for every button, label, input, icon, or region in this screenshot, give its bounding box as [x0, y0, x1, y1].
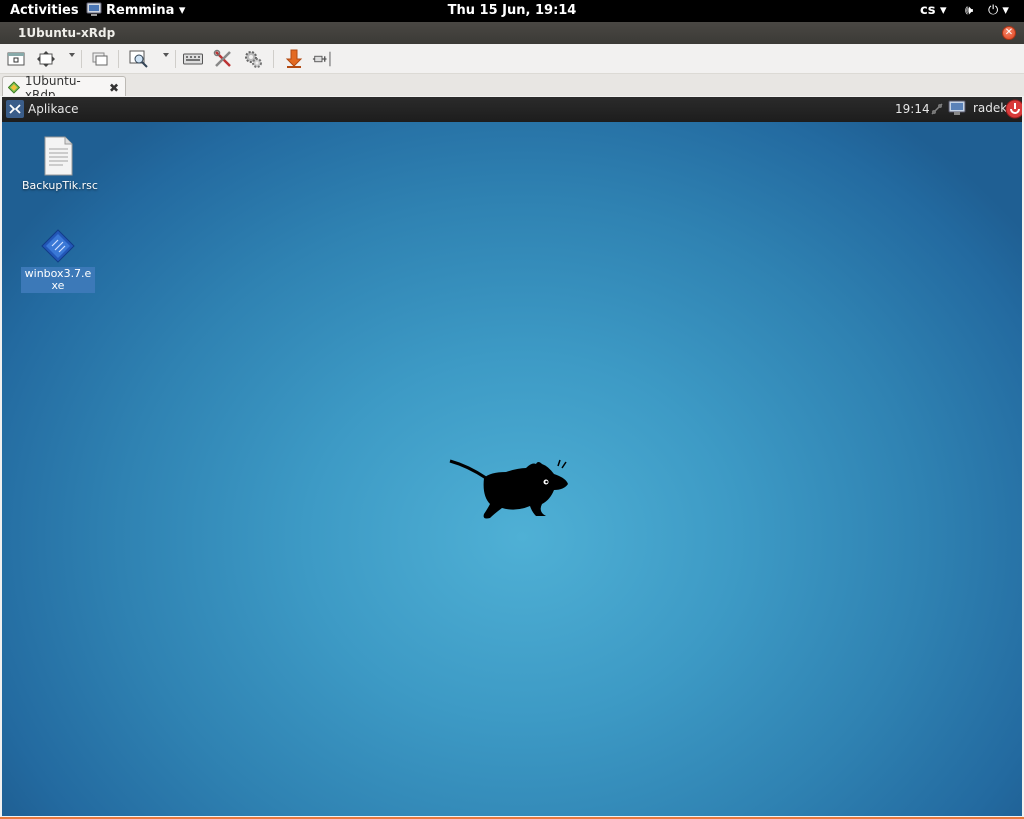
tab-close-icon[interactable]: ✖ — [109, 81, 119, 95]
xfce-logo-icon — [6, 100, 24, 118]
minimize-icon[interactable] — [284, 49, 304, 69]
window-close-button[interactable]: ✕ — [1002, 26, 1016, 40]
xfce-mouse-logo — [449, 459, 568, 519]
zoom-dropdown-arrow[interactable] — [163, 53, 169, 57]
grab-window-icon[interactable] — [90, 49, 110, 69]
zoom-icon[interactable] — [129, 49, 149, 69]
window-title-bar[interactable]: 1Ubuntu-xRdp ✕ — [0, 22, 1024, 44]
clock-menu[interactable]: Thu 15 Jun, 19:14 — [0, 3, 1024, 18]
connection-status-icon — [8, 81, 20, 94]
applications-menu-label: Aplikace — [28, 102, 79, 116]
scale-icon[interactable] — [36, 49, 56, 69]
remote-desktop-background[interactable]: BackupTik.rsc winbox3.7.exe — [2, 122, 1022, 816]
volume-icon[interactable]: 🕪 — [965, 3, 973, 18]
scale-dropdown-arrow[interactable] — [69, 53, 75, 57]
desktop-icon-winbox[interactable]: winbox3.7.exe — [20, 228, 96, 293]
toggle-fullscreen-icon[interactable] — [6, 49, 26, 69]
remote-top-panel: Aplikace 19:14 radek — [2, 97, 1022, 122]
desktop-icon-label: winbox3.7.exe — [21, 267, 95, 293]
toolbar-separator — [81, 50, 82, 68]
applications-menu[interactable]: Aplikace — [6, 100, 79, 118]
remote-desktop-view[interactable]: Aplikace 19:14 radek BackupTik.rsc winbo… — [2, 97, 1022, 816]
remmina-toolbar — [0, 44, 1024, 74]
remote-clock[interactable]: 19:14 — [895, 102, 930, 116]
desktop-icon-label: BackupTik.rsc — [22, 179, 98, 192]
logout-action-icon[interactable] — [1005, 99, 1022, 119]
keyboard-layout-menu[interactable]: cs ▾ — [920, 3, 947, 18]
display-user-icon — [948, 100, 966, 115]
tab-strip: 1Ubuntu-xRdp ✖ — [0, 74, 1024, 102]
gnome-top-bar: Activities Remmina ▾ Thu 15 Jun, 19:14 c… — [0, 0, 1024, 22]
text-file-icon — [44, 136, 73, 176]
tools-icon[interactable] — [213, 49, 233, 69]
preferences-icon[interactable] — [243, 49, 263, 69]
desktop-icon-backuptik[interactable]: BackupTik.rsc — [20, 136, 98, 193]
network-icon[interactable] — [930, 102, 944, 119]
toolbar-separator — [175, 50, 176, 68]
tab-connection[interactable]: 1Ubuntu-xRdp ✖ — [2, 74, 126, 102]
keyboard-icon[interactable] — [183, 49, 203, 69]
toolbar-separator — [118, 50, 119, 68]
user-name: radek — [973, 101, 1008, 115]
power-menu[interactable]: ⏻ ▾ — [988, 3, 1009, 18]
window-title: 1Ubuntu-xRdp — [18, 26, 116, 40]
toolbar-separator — [273, 50, 274, 68]
disconnect-icon[interactable] — [312, 49, 332, 69]
user-menu[interactable]: radek — [948, 100, 1007, 116]
winbox-exe-icon — [41, 229, 75, 263]
